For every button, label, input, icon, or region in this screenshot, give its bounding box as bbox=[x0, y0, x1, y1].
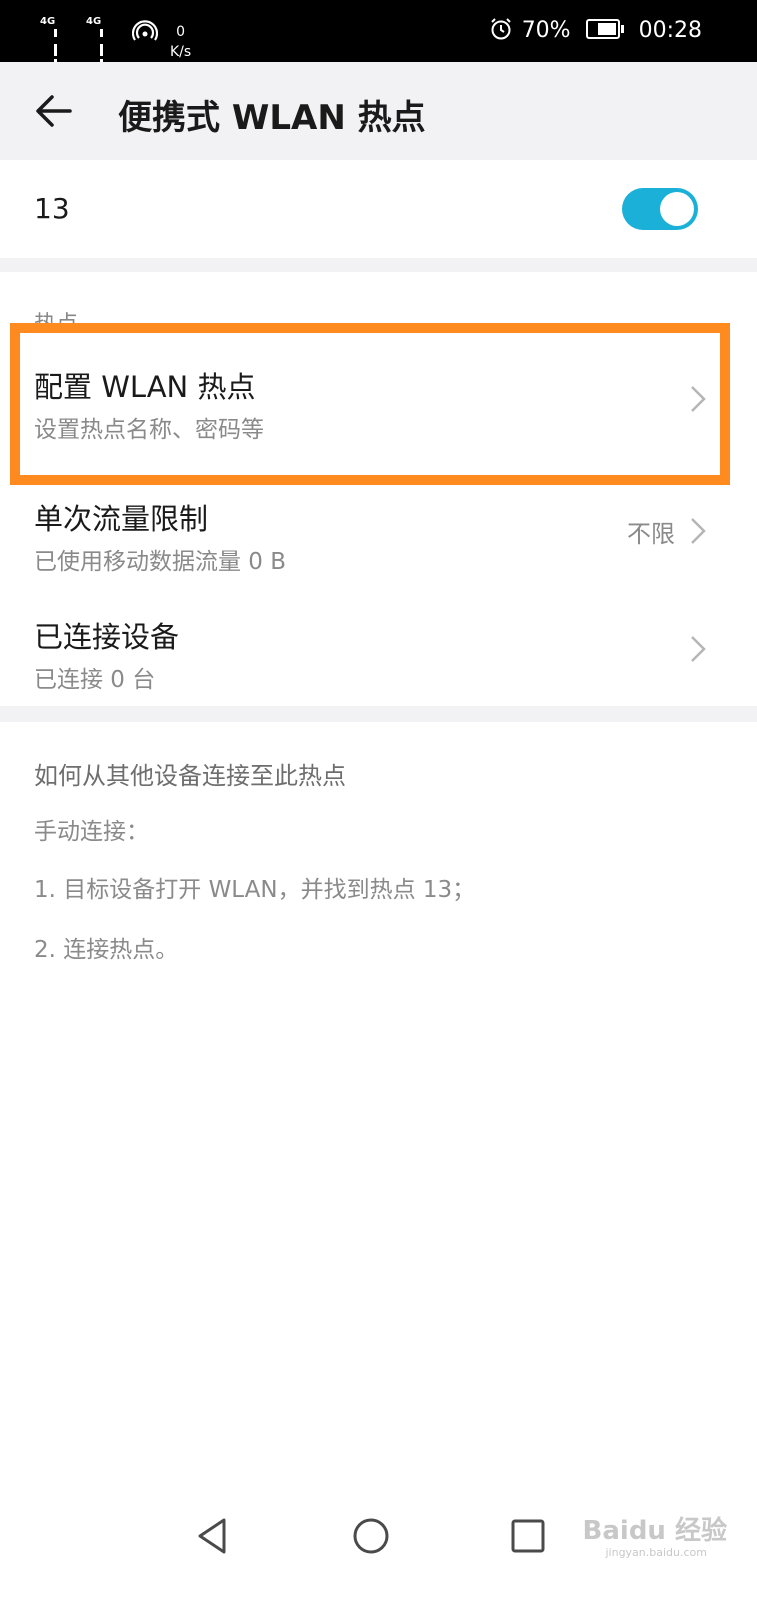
nav-recents-icon[interactable] bbox=[498, 1506, 558, 1566]
navigation-bar: Baidu 经验 jingyan.baidu.com bbox=[0, 1470, 757, 1600]
alarm-icon bbox=[490, 18, 511, 40]
status-icons-right: 70% 00:28 bbox=[489, 14, 702, 48]
list-item-title: 单次流量限制 bbox=[34, 502, 209, 536]
list-item-subtitle: 设置热点名称、密码等 bbox=[34, 417, 264, 443]
speed-value: 0 bbox=[176, 24, 186, 40]
speed-unit: K/s bbox=[170, 44, 192, 60]
watermark-url: jingyan.baidu.com bbox=[605, 1546, 707, 1559]
app-bar: 便携式 WLAN 热点 bbox=[0, 62, 757, 160]
help-line: 1. 目标设备打开 WLAN，并找到热点 13； bbox=[34, 877, 476, 903]
hotspot-name: 13 bbox=[34, 192, 70, 225]
help-line: 手动连接： bbox=[34, 819, 149, 845]
nav-back-icon[interactable] bbox=[182, 1506, 242, 1566]
list-item-subtitle: 已使用移动数据流量 0 B bbox=[34, 549, 287, 575]
data-limit-item[interactable]: 单次流量限制 已使用移动数据流量 0 B 不限 bbox=[0, 472, 757, 590]
list-item-title: 已连接设备 bbox=[34, 620, 180, 654]
chevron-right-icon bbox=[691, 636, 706, 662]
hotspot-toggle-row[interactable]: 13 bbox=[0, 160, 757, 258]
hotspot-switch[interactable] bbox=[622, 188, 698, 230]
back-arrow-icon[interactable] bbox=[30, 87, 78, 135]
battery-icon bbox=[585, 19, 624, 39]
hotspot-icon bbox=[132, 20, 158, 41]
section-divider bbox=[0, 706, 757, 722]
chevron-right-icon bbox=[691, 386, 706, 412]
connected-devices-item[interactable]: 已连接设备 已连接 0 台 bbox=[0, 590, 757, 708]
status-bar: 4G 4G 0 K/s 70% 00:28 bbox=[0, 0, 757, 119]
battery-percent: 70% bbox=[521, 18, 571, 43]
help-line: 2. 连接热点。 bbox=[34, 937, 179, 963]
page-title: 便携式 WLAN 热点 bbox=[118, 98, 426, 138]
help-title: 如何从其他设备连接至此热点 bbox=[34, 762, 346, 790]
chevron-right-icon bbox=[691, 518, 706, 544]
nav-home-icon[interactable] bbox=[341, 1506, 401, 1566]
watermark: Baidu 经验 bbox=[582, 1516, 727, 1546]
list-item-subtitle: 已连接 0 台 bbox=[34, 667, 156, 693]
clock: 00:28 bbox=[638, 18, 702, 43]
configure-hotspot-item[interactable]: 配置 WLAN 热点 设置热点名称、密码等 bbox=[0, 340, 757, 458]
list-item-title: 配置 WLAN 热点 bbox=[34, 370, 256, 404]
list-item-value: 不限 bbox=[627, 520, 675, 548]
switch-knob bbox=[660, 192, 694, 226]
section-label: 热点 bbox=[34, 312, 79, 337]
network-type-label: 4G bbox=[40, 16, 56, 27]
network-speed: 0 K/s bbox=[170, 22, 191, 62]
network-type-label: 4G bbox=[86, 16, 102, 27]
section-divider bbox=[0, 258, 757, 272]
